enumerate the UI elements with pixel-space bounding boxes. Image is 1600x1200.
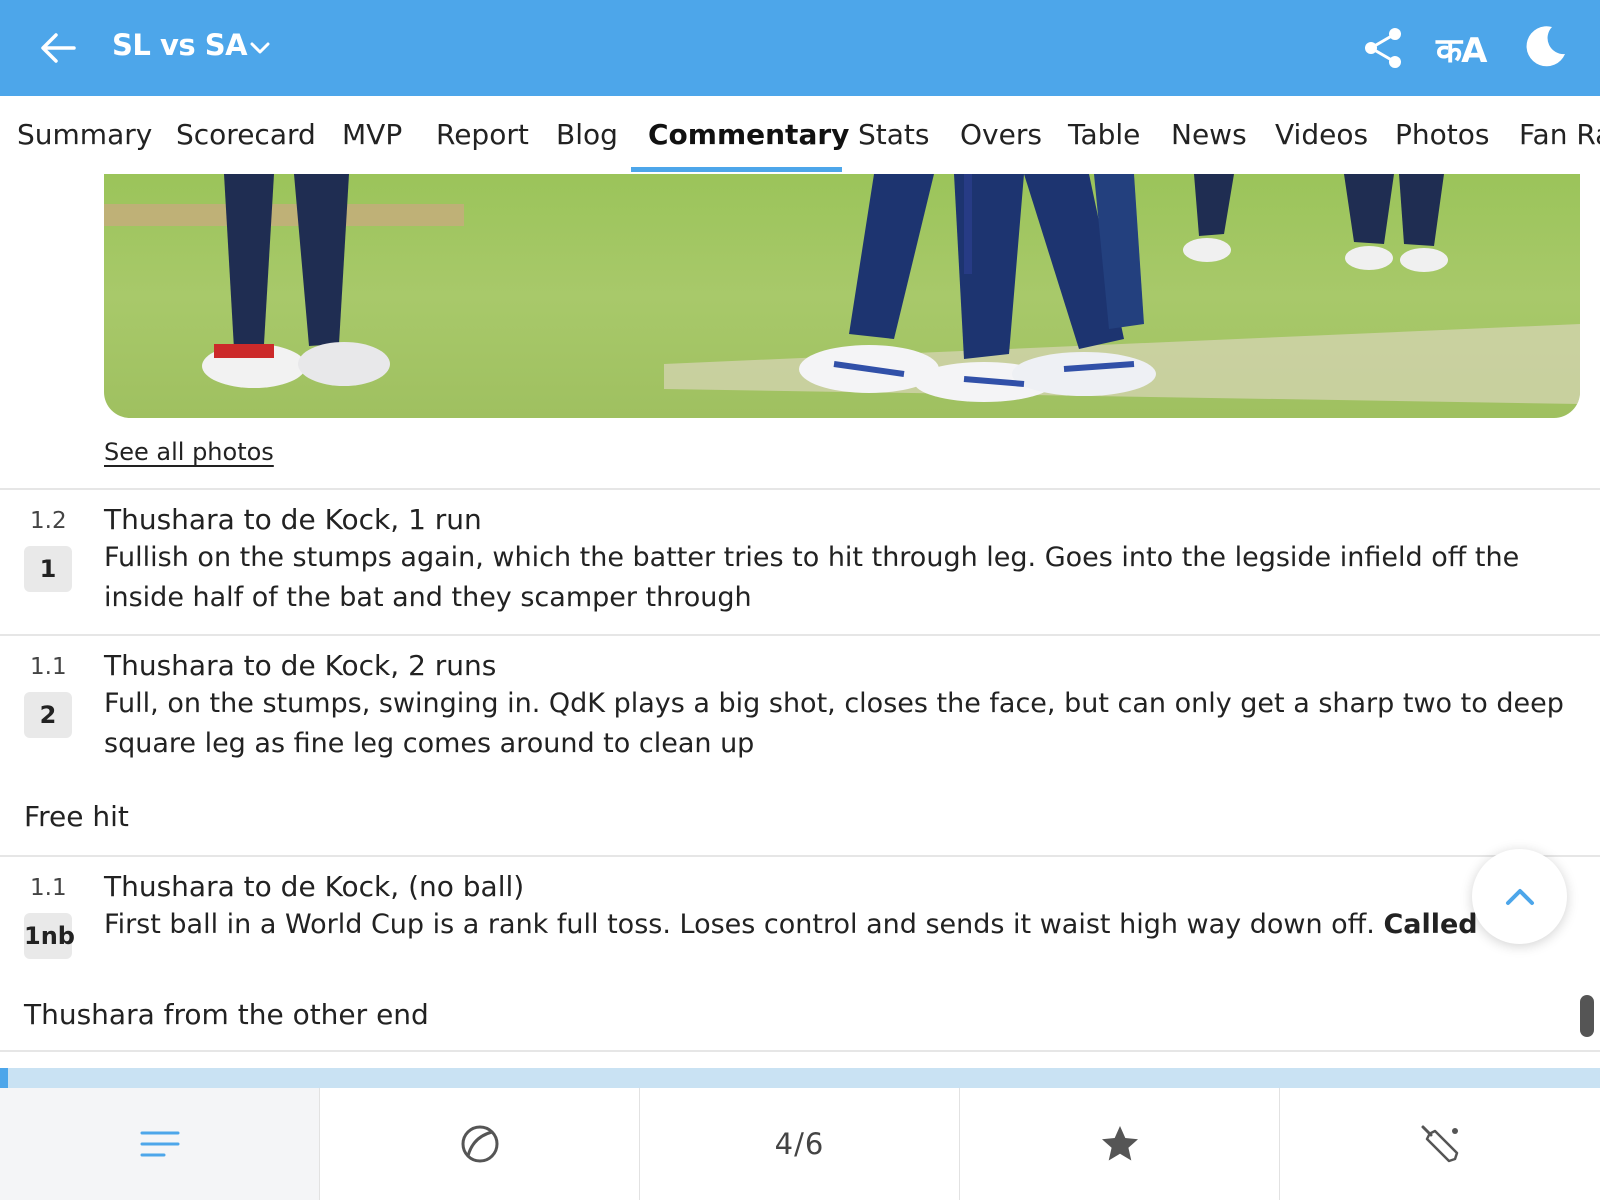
see-all-photos-link[interactable]: See all photos [104,438,274,466]
tab-overs[interactable]: Overs [960,96,1042,174]
cricket-ball-icon [461,1125,498,1163]
boundaries-label: 4/6 [774,1127,825,1161]
match-photo[interactable] [104,174,1580,418]
commentary-headline: Thushara to de Kock, (no ball) [104,870,525,903]
commentary-headline: Thushara to de Kock, 2 runs [104,649,497,682]
commentary-text: Full, on the stumps, swinging in. QdK pl… [104,688,1564,759]
tab-videos[interactable]: Videos [1275,96,1368,174]
tab-summary[interactable]: Summary [17,96,152,174]
match-title[interactable]: SL vs SA [112,28,248,62]
chevron-down-icon[interactable] [246,34,274,62]
scrollbar-thumb[interactable] [1580,995,1594,1037]
app-header: SL vs SA कA [0,0,1600,96]
active-tab-indicator [631,167,842,172]
nav-highlights-button[interactable] [960,1088,1280,1200]
cricket-bat-icon [1421,1125,1458,1163]
star-icon [1101,1126,1138,1161]
commentary-text-bold: Called a no b [1383,909,1484,940]
match-progress-track [0,1068,1600,1088]
commentary-text: Fullish on the stumps again, which the b… [104,542,1520,613]
tab-report[interactable]: Report [436,96,529,174]
share-icon[interactable] [1362,26,1404,70]
runs-badge: 1nb [24,913,75,959]
tab-photos[interactable]: Photos [1395,96,1489,174]
tab-mvp[interactable]: MVP [342,96,402,174]
divider [0,634,1600,636]
commentary-text-regular: First ball in a World Cup is a rank full… [104,909,1384,940]
ball-number: 1.2 [30,508,67,534]
back-arrow-icon[interactable] [34,24,82,72]
runs-badge: 2 [24,692,72,738]
nav-ball-button[interactable] [320,1088,640,1200]
nav-commentary-button[interactable] [0,1088,320,1200]
runs-badge: 1 [24,546,72,592]
menu-lines-icon [140,1131,179,1157]
commentary-note: Thushara from the other end [24,998,429,1031]
tab-news[interactable]: News [1171,96,1247,174]
bottom-nav: 4/6 [0,1088,1600,1200]
commentary-headline: Thushara to de Kock, 1 run [104,503,482,536]
tab-fan-ratings[interactable]: Fan Ra [1519,96,1600,174]
dark-mode-moon-icon[interactable] [1522,24,1568,70]
commentary-text: First ball in a World Cup is a rank full… [104,905,1484,945]
divider [0,855,1600,857]
nav-batting-button[interactable] [1280,1088,1599,1200]
tab-table[interactable]: Table [1068,96,1140,174]
ball-number: 1.1 [30,875,67,901]
tab-stats[interactable]: Stats [858,96,929,174]
tab-blog[interactable]: Blog [556,96,618,174]
divider [0,1050,1600,1052]
nav-boundaries-button[interactable]: 4/6 [640,1088,960,1200]
chevron-up-icon [1506,889,1534,905]
players-on-field-image [104,174,1580,418]
tab-commentary[interactable]: Commentary [648,96,849,174]
tab-scorecard[interactable]: Scorecard [176,96,316,174]
scroll-to-top-button[interactable] [1472,849,1567,944]
match-progress-fill [0,1068,8,1088]
commentary-note: Free hit [24,800,129,833]
language-toggle[interactable]: कA [1436,26,1487,72]
divider [0,488,1600,490]
ball-number: 1.1 [30,654,67,680]
match-tabs: Summary Scorecard MVP Report Blog Commen… [0,96,1600,174]
